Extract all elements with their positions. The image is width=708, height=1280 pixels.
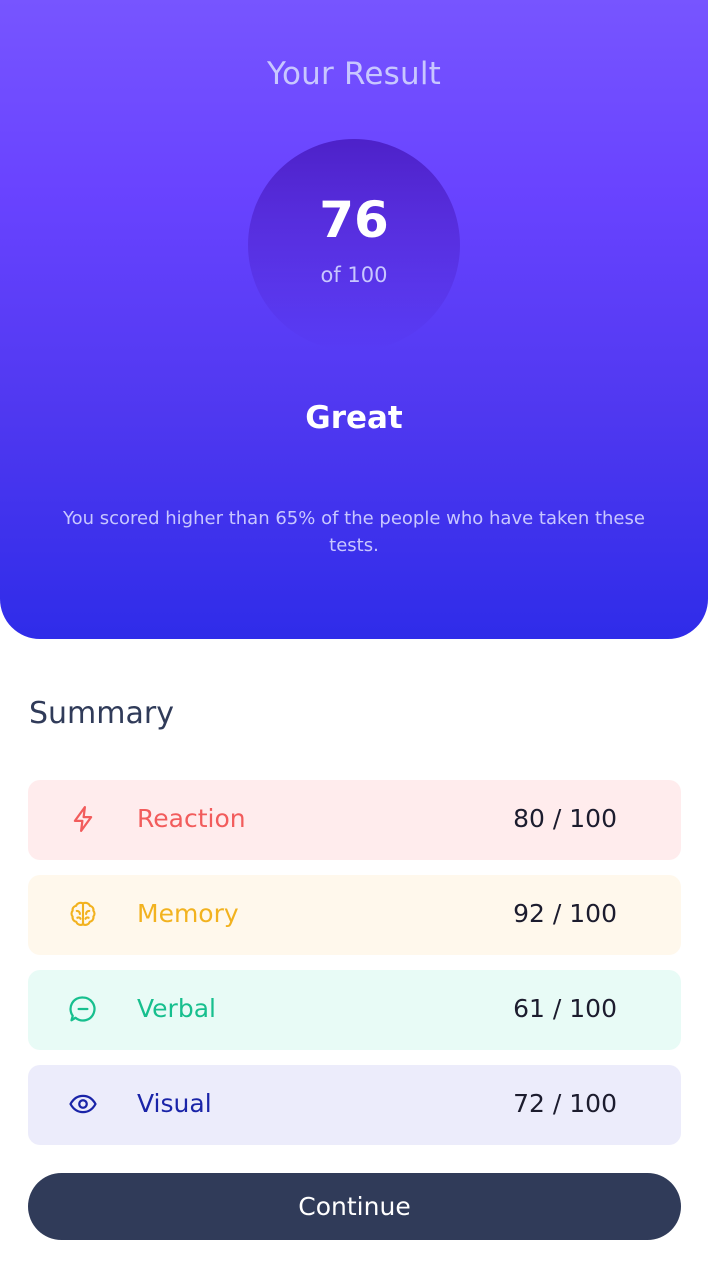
summary-row-reaction: Reaction 80 / 100 bbox=[28, 780, 681, 860]
summary-label: Verbal bbox=[137, 994, 216, 1023]
summary-title: Summary bbox=[29, 696, 174, 731]
summary-row-visual: Visual 72 / 100 bbox=[28, 1065, 681, 1145]
brain-icon bbox=[68, 899, 98, 929]
summary-value: 92 / 100 bbox=[513, 899, 617, 928]
score-value: 76 bbox=[319, 191, 389, 249]
result-panel: Your Result 76 of 100 Great You scored h… bbox=[0, 0, 708, 639]
result-description: You scored higher than 65% of the people… bbox=[63, 508, 645, 556]
summary-label: Reaction bbox=[137, 804, 246, 833]
summary-value: 72 / 100 bbox=[513, 1089, 617, 1118]
score-max: of 100 bbox=[320, 263, 388, 287]
lightning-icon bbox=[68, 804, 98, 834]
summary-list: Reaction 80 / 100 Memory 92 / 100 Verbal… bbox=[28, 780, 681, 1160]
summary-row-memory: Memory 92 / 100 bbox=[28, 875, 681, 955]
summary-label: Visual bbox=[137, 1089, 212, 1118]
rating-text: Great bbox=[305, 400, 403, 436]
summary-row-verbal: Verbal 61 / 100 bbox=[28, 970, 681, 1050]
chat-icon bbox=[68, 994, 98, 1024]
summary-value: 80 / 100 bbox=[513, 804, 617, 833]
eye-icon bbox=[68, 1089, 98, 1119]
score-circle: 76 of 100 bbox=[248, 139, 460, 351]
result-title: Your Result bbox=[266, 56, 442, 92]
summary-label: Memory bbox=[137, 899, 239, 928]
summary-value: 61 / 100 bbox=[513, 994, 617, 1023]
continue-button[interactable]: Continue bbox=[28, 1173, 681, 1240]
